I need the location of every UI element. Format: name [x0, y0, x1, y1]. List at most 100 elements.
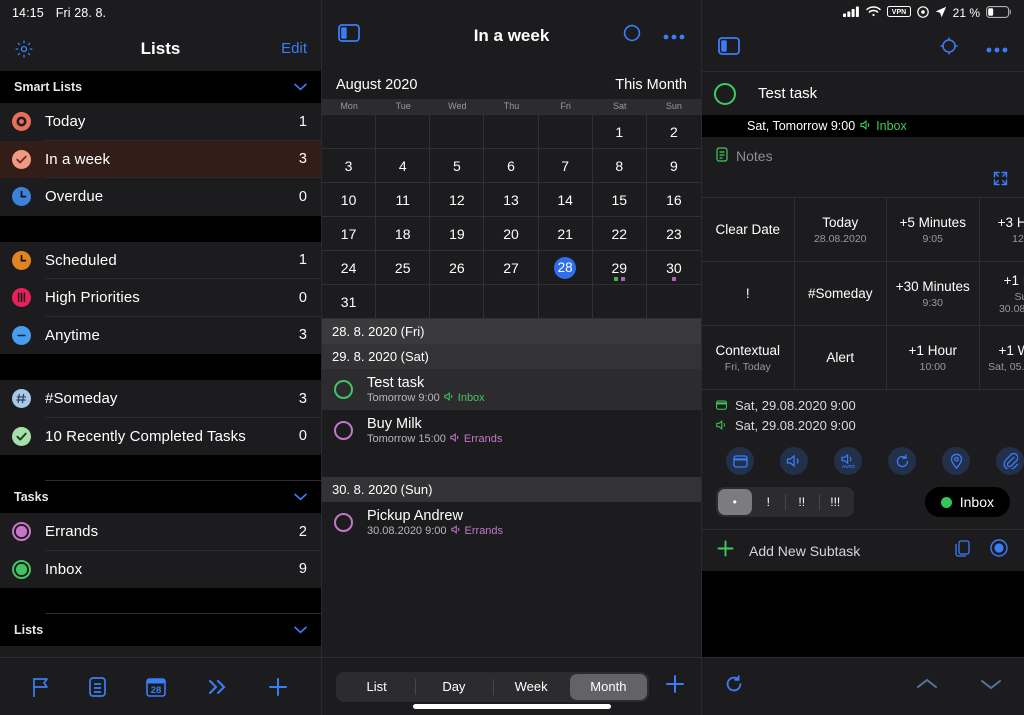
sidebar-item-someday[interactable]: #Someday 3	[0, 380, 321, 418]
calendar-day-8[interactable]: 8	[592, 149, 647, 183]
priority-option-0[interactable]: •	[718, 489, 752, 515]
view-segment-week[interactable]: Week	[492, 674, 570, 700]
quick-action-cell[interactable]: +1 Day Sun,30.08.2020	[979, 262, 1024, 326]
quick-actions-grid[interactable]: Clear Date Today 28.08.2020 +5 Minutes 9:05 +…	[702, 197, 1024, 390]
view-segment-day[interactable]: Day	[415, 674, 492, 700]
detail-datetime-line[interactable]: Sat, 29.08.2020 9:00	[716, 418, 1024, 433]
quick-action-cell[interactable]: +3 Hours 12:00	[979, 198, 1024, 262]
sidebar-section-header[interactable]: Lists	[0, 614, 321, 646]
expand-icon[interactable]	[993, 171, 1008, 191]
calendar-day-15[interactable]: 15	[592, 183, 647, 217]
task-row[interactable]: Test task Tomorrow 9:00 Inbox	[322, 369, 701, 410]
target-icon[interactable]	[940, 37, 958, 60]
this-month-button[interactable]: This Month	[615, 77, 687, 93]
chevron-down-icon[interactable]	[294, 80, 307, 94]
view-mode-segmented-control[interactable]: List Day Week Month	[336, 671, 649, 702]
task-complete-circle[interactable]	[334, 421, 353, 440]
calendar-day-21[interactable]: 21	[538, 217, 593, 251]
tab-add[interactable]	[266, 675, 290, 699]
list-pill[interactable]: Inbox	[924, 487, 1010, 517]
calendar-day-20[interactable]: 20	[484, 217, 539, 251]
auto-alert-action-icon[interactable]: AUTO	[834, 447, 862, 475]
quick-action-cell[interactable]: Clear Date	[702, 198, 795, 262]
record-icon[interactable]	[990, 539, 1008, 562]
calendar-day-12[interactable]: 12	[430, 183, 485, 217]
alert-action-icon[interactable]	[780, 447, 808, 475]
task-complete-circle[interactable]	[334, 380, 353, 399]
calendar-day-25[interactable]: 25	[376, 251, 431, 285]
calendar-day-19[interactable]: 19	[430, 217, 485, 251]
task-row[interactable]: Buy Milk Tomorrow 15:00 Errands	[322, 410, 701, 451]
priority-option-1[interactable]: !	[752, 489, 786, 515]
sidebar-item-anytime[interactable]: Anytime 3	[0, 316, 321, 354]
calendar-day-10[interactable]: 10	[322, 183, 377, 217]
calendar-day-13[interactable]: 13	[484, 183, 539, 217]
priority-option-2[interactable]: !!	[785, 489, 819, 515]
calendar-day-22[interactable]: 22	[592, 217, 647, 251]
sidebar-item-10-recently-completed-tasks[interactable]: 10 Recently Completed Tasks 0	[0, 417, 321, 455]
more-dots-icon[interactable]	[663, 27, 685, 45]
calendar-day-7[interactable]: 7	[538, 149, 593, 183]
calendar-day-16[interactable]: 16	[646, 183, 701, 217]
repeat-action-icon[interactable]	[888, 447, 916, 475]
refresh-icon[interactable]	[724, 674, 744, 699]
sidebar-item-in-a-week[interactable]: In a week 3	[0, 140, 321, 178]
task-row[interactable]: Pickup Andrew 30.08.2020 9:00 Errands	[322, 502, 701, 543]
sidebar-item-inbox[interactable]: Inbox 9	[0, 550, 321, 588]
calendar-day-29[interactable]: 29	[592, 251, 647, 285]
priority-segmented-control[interactable]: •!!!!!!	[716, 487, 854, 517]
tab-flag[interactable]	[31, 676, 51, 698]
calendar-day-14[interactable]: 14	[538, 183, 593, 217]
calendar-day-27[interactable]: 27	[484, 251, 539, 285]
calendar-day-1[interactable]: 1	[592, 115, 647, 149]
calendar-day-9[interactable]: 9	[646, 149, 701, 183]
quick-action-cell[interactable]: +30 Minutes 9:30	[887, 262, 980, 326]
view-segment-list[interactable]: List	[338, 674, 415, 700]
calendar-day-3[interactable]: 3	[322, 149, 377, 183]
sidebar-item-high-priorities[interactable]: High Priorities 0	[0, 279, 321, 317]
calendar-day-17[interactable]: 17	[322, 217, 377, 251]
task-complete-circle[interactable]	[334, 513, 353, 532]
calendar-day-5[interactable]: 5	[430, 149, 485, 183]
tab-forward[interactable]	[205, 677, 229, 697]
calendar-day-28[interactable]: 28	[538, 251, 593, 285]
quick-action-cell[interactable]: +1 Hour 10:00	[887, 326, 980, 390]
circle-icon[interactable]	[623, 24, 641, 47]
attachment-action-icon[interactable]	[996, 447, 1024, 475]
quick-action-cell[interactable]: Contextual Fri, Today	[702, 326, 795, 390]
chevron-down-icon[interactable]	[294, 623, 307, 637]
gear-icon[interactable]	[14, 39, 34, 59]
sidebar-toggle-icon[interactable]	[718, 37, 740, 60]
view-segment-month[interactable]: Month	[569, 673, 647, 700]
calendar-day-6[interactable]: 6	[484, 149, 539, 183]
calendar-day-2[interactable]: 2	[646, 115, 701, 149]
priority-option-3[interactable]: !!!	[818, 489, 853, 515]
more-dots-icon[interactable]	[986, 40, 1008, 58]
quick-action-cell[interactable]: #Someday	[794, 262, 887, 326]
detail-task-title[interactable]: Test task	[758, 85, 817, 102]
calendar-day-26[interactable]: 26	[430, 251, 485, 285]
quick-action-cell[interactable]: Today 28.08.2020	[794, 198, 887, 262]
quick-action-cell[interactable]: +5 Minutes 9:05	[887, 198, 980, 262]
task-complete-circle[interactable]	[714, 82, 736, 105]
detail-due-row[interactable]: Sat, Tomorrow 9:00 Inbox	[702, 115, 1024, 137]
calendar-day-31[interactable]: 31	[322, 285, 377, 319]
sidebar-section-header[interactable]: Smart Lists	[0, 71, 321, 103]
add-subtask-row[interactable]: Add New Subtask	[702, 529, 1024, 571]
copy-icon[interactable]	[955, 539, 970, 562]
sidebar-item-scheduled[interactable]: Scheduled 1	[0, 241, 321, 279]
sidebar-item-errands[interactable]: Errands 2	[0, 513, 321, 551]
edit-button[interactable]: Edit	[281, 40, 307, 57]
calendar-day-18[interactable]: 18	[376, 217, 431, 251]
sidebar-item-today[interactable]: Today 1	[0, 103, 321, 141]
calendar-day-24[interactable]: 24	[322, 251, 377, 285]
chevron-down-icon[interactable]	[294, 490, 307, 504]
sidebar-section-header[interactable]: Tasks	[0, 481, 321, 513]
chevron-down-icon[interactable]	[980, 677, 1002, 696]
tab-calendar[interactable]: 28	[145, 676, 167, 698]
detail-datetime-line[interactable]: Sat, 29.08.2020 9:00	[716, 398, 1024, 413]
calendar-day-30[interactable]: 30	[646, 251, 701, 285]
quick-action-cell[interactable]: +1 Week Sat, 05.09.2020	[979, 326, 1024, 390]
calendar-action-icon[interactable]	[726, 447, 754, 475]
chevron-up-icon[interactable]	[916, 677, 938, 696]
